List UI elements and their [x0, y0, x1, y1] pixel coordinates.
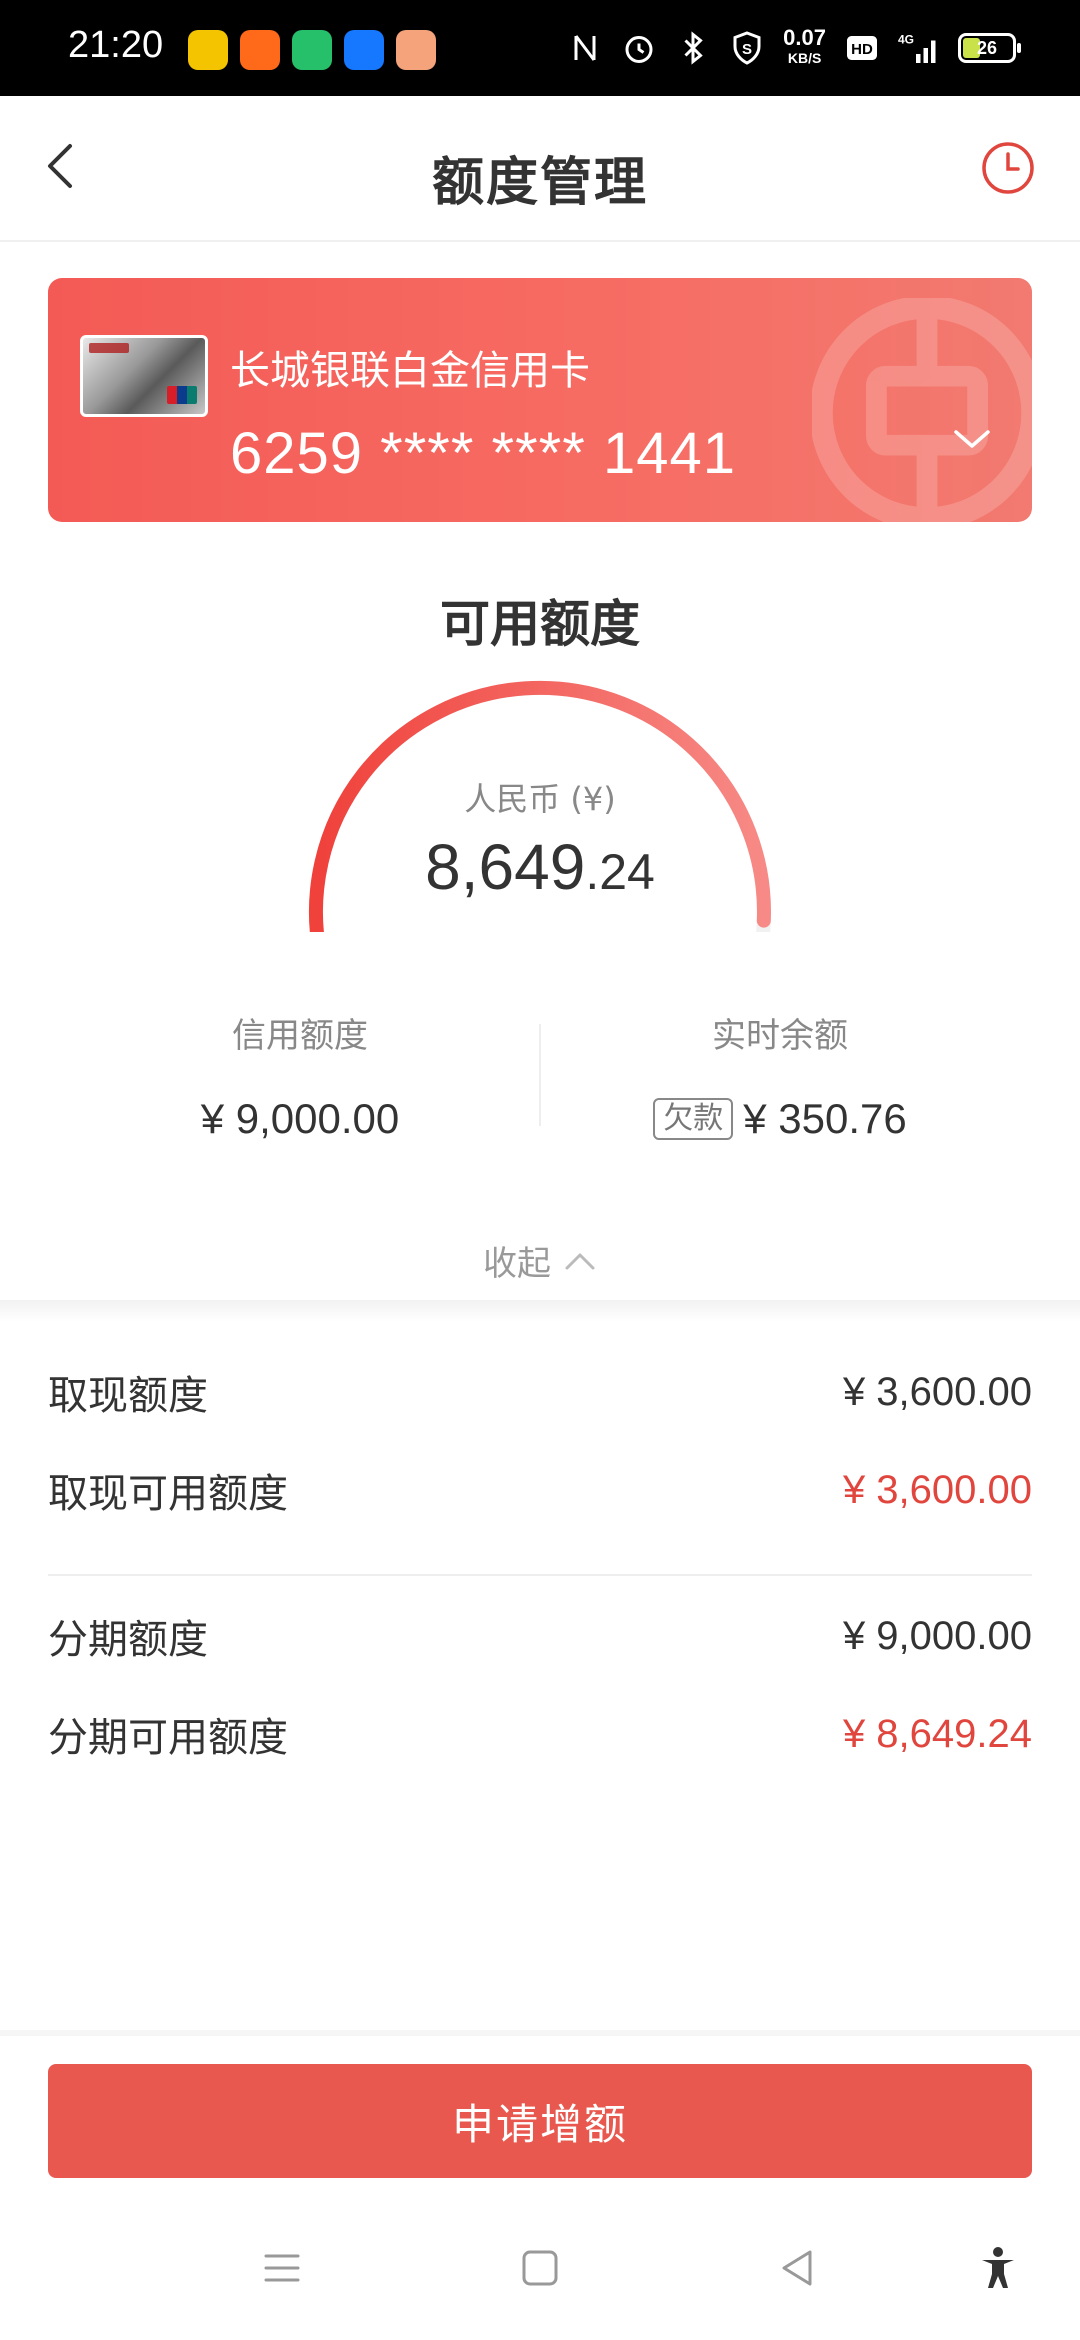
menu-icon[interactable] [258, 2244, 306, 2292]
detail-row-cash-available: 取现可用额度 ¥ 3,600.00 [48, 1460, 1032, 1520]
shield-icon: S [733, 31, 761, 65]
unionpay-icon [167, 386, 197, 404]
accessibility-icon[interactable] [974, 2244, 1022, 2292]
svg-text:HD: HD [851, 41, 873, 58]
collapse-toggle[interactable]: 收起 [0, 1236, 1080, 1285]
balance-label: 实时余额 [712, 1016, 848, 1056]
currency-label: 人民币 (¥) [464, 780, 616, 818]
card-number: 6259 **** **** 1441 [230, 421, 736, 486]
home-square-icon[interactable] [516, 2244, 564, 2292]
credit-limit-label: 信用额度 [232, 1016, 368, 1056]
header-bar: 额度管理 [0, 96, 1080, 242]
credit-limit-stat: 信用额度 ¥ 9,000.00 [60, 1008, 540, 1143]
card-selector[interactable]: 长城银联白金信用卡 6259 **** **** 1441 [48, 278, 1032, 522]
apply-increase-button[interactable]: 申请增额 [48, 2064, 1032, 2178]
detail-row-cash-limit: 取现额度 ¥ 3,600.00 [48, 1362, 1032, 1422]
app-icon-green [292, 30, 332, 70]
signal-icon: 4G [898, 33, 936, 63]
detail-value: ¥ 3,600.00 [842, 1369, 1032, 1414]
page-title: 额度管理 [431, 153, 648, 213]
balance-value: ¥ 350.76 [743, 1095, 907, 1142]
battery-icon: 26 [958, 33, 1021, 63]
credit-limit-value: ¥ 9,000.00 [200, 1095, 400, 1142]
status-time: 21:20 [68, 24, 164, 66]
detail-value: ¥ 8,649.24 [842, 1711, 1032, 1756]
app-icon-blue [344, 30, 384, 70]
back-triangle-icon[interactable] [774, 2244, 822, 2292]
clock-icon[interactable] [978, 138, 1038, 198]
network-speed: 0.07 KB/S [783, 25, 826, 67]
detail-label: 分期额度 [48, 1617, 208, 1663]
svg-text:4G: 4G [898, 33, 914, 47]
detail-row-installment-limit: 分期额度 ¥ 9,000.00 [48, 1606, 1032, 1666]
balance-stat: 实时余额 欠款 ¥ 350.76 [540, 1008, 1020, 1143]
bottom-divider [0, 2030, 1080, 2036]
detail-label: 分期可用额度 [48, 1715, 288, 1761]
available-limit-title: 可用额度 [440, 595, 640, 653]
available-amount: 8,649.24 [0, 830, 1080, 904]
collapse-label: 收起 [483, 1244, 551, 1284]
detail-label: 取现额度 [48, 1373, 208, 1419]
bluetooth-icon [684, 31, 703, 65]
detail-separator [48, 1574, 1032, 1576]
hd-icon: HD [847, 36, 877, 60]
detail-row-installment-available: 分期可用额度 ¥ 8,649.24 [48, 1704, 1032, 1764]
system-nav-bar [0, 2200, 1080, 2340]
app-icon-orange [240, 30, 280, 70]
app-icon-yellow [188, 30, 228, 70]
detail-value: ¥ 3,600.00 [842, 1467, 1032, 1512]
alarm-icon [625, 36, 653, 63]
card-name: 长城银联白金信用卡 [230, 348, 590, 394]
nfc-icon [574, 35, 596, 61]
bank-logo-watermark-icon [812, 298, 1032, 522]
chevron-down-icon[interactable] [950, 424, 994, 454]
detail-value: ¥ 9,000.00 [842, 1613, 1032, 1658]
available-amount-integer: 8,649 [425, 831, 586, 903]
card-thumbnail [80, 335, 208, 417]
app-icon-peach [396, 30, 436, 70]
available-amount-decimal: .24 [585, 844, 655, 900]
status-bar: 21:20 S 0.07 KB/S HD 4G 26 [0, 0, 1080, 96]
debt-badge: 欠款 [653, 1098, 734, 1140]
section-divider [0, 1300, 1080, 1322]
svg-text:S: S [742, 41, 752, 58]
detail-label: 取现可用额度 [48, 1471, 288, 1517]
chevron-up-icon [565, 1253, 595, 1269]
